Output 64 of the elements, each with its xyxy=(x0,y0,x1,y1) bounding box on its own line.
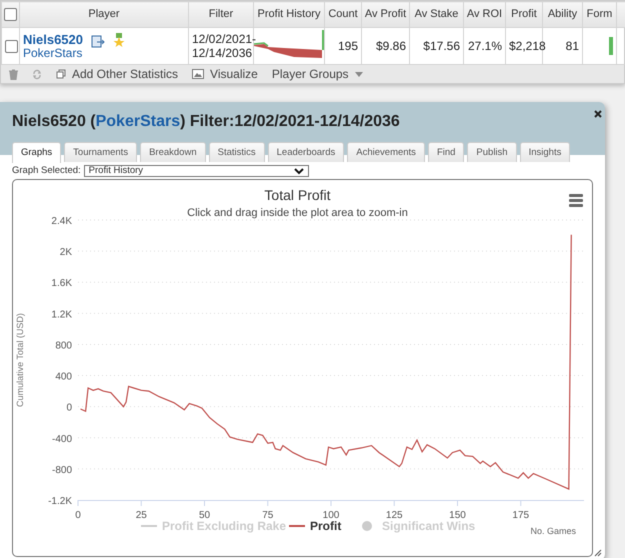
x-tick-label: 125 xyxy=(386,510,403,522)
toolbar-button[interactable]: Visualize xyxy=(192,65,258,83)
tab[interactable]: Insights xyxy=(520,142,570,162)
graph-select[interactable]: Profit History xyxy=(84,165,309,178)
site-link[interactable]: PokerStars xyxy=(96,113,180,130)
y-tick-label: -800 xyxy=(52,465,72,476)
x-tick-label: 50 xyxy=(198,510,210,522)
y-tick-label: 0 xyxy=(66,402,72,414)
field-label: Graph Selected: xyxy=(12,164,81,178)
dropdown-button[interactable]: Player Groups xyxy=(272,65,363,83)
tab[interactable]: Find xyxy=(428,142,464,162)
player-link[interactable]: Niels6520 xyxy=(23,32,83,46)
close-icon xyxy=(594,110,602,118)
x-tick-label: 0 xyxy=(75,510,81,522)
checkbox[interactable] xyxy=(5,40,18,53)
y-tick-label: 1.6K xyxy=(51,278,72,290)
x-tick-label: 175 xyxy=(512,510,530,522)
column-header[interactable]: Profit History xyxy=(254,2,324,28)
legend-label: Profit xyxy=(310,519,342,534)
y-tick-label: -400 xyxy=(52,434,72,446)
tab[interactable]: Achievements xyxy=(347,142,425,162)
legend-item[interactable]: Profit xyxy=(289,519,342,534)
checkbox[interactable] xyxy=(4,8,17,21)
x-tick-label: 25 xyxy=(136,510,147,522)
column-header[interactable]: Count xyxy=(324,2,362,28)
copy-icon xyxy=(56,69,66,79)
tab[interactable]: Tournaments xyxy=(64,142,138,162)
x-tick-label: 100 xyxy=(322,510,340,522)
notes-icon[interactable] xyxy=(91,34,105,48)
column-header[interactable]: Form xyxy=(582,2,616,28)
tab[interactable]: Leaderboards xyxy=(268,142,344,162)
tab[interactable]: Breakdown xyxy=(140,142,206,162)
chart-title: Total Profit xyxy=(264,187,331,204)
column-header[interactable]: Profit xyxy=(506,2,542,28)
column-header[interactable]: Filter xyxy=(188,2,254,28)
x-tick-label: 75 xyxy=(262,510,274,522)
tab[interactable]: Publish xyxy=(467,142,517,162)
column-header[interactable]: Av Profit xyxy=(362,2,410,28)
resize-grip-icon[interactable] xyxy=(594,549,602,557)
toolbar-button[interactable]: Add Other Statistics xyxy=(56,65,178,83)
image-icon xyxy=(192,69,204,79)
site-link[interactable]: PokerStars xyxy=(23,46,82,60)
column-header[interactable]: Player xyxy=(20,2,188,28)
award-icon xyxy=(113,32,125,46)
dialog-title: Niels6520 (PokerStars) Filter:12/02/2021-12/14/2036 xyxy=(12,112,401,132)
form-bar xyxy=(609,37,613,55)
y-tick-label: 400 xyxy=(55,372,72,383)
menu-icon[interactable] xyxy=(569,194,583,208)
tab[interactable]: Statistics xyxy=(208,142,265,162)
caret-icon xyxy=(354,72,363,76)
column-header[interactable]: Av ROI xyxy=(464,2,506,28)
y-tick-label: 800 xyxy=(55,340,72,352)
chart-subtitle: Click and drag inside the plot area to zoom-in xyxy=(187,207,408,220)
tab[interactable]: Graphs xyxy=(12,142,62,163)
x-axis-label: No. Games xyxy=(530,526,576,536)
y-tick-label: -1.2K xyxy=(48,496,72,508)
chevron-icon xyxy=(294,168,304,175)
y-tick-label: 2.4K xyxy=(51,216,72,228)
y-tick-label: 2K xyxy=(60,247,72,258)
column-header[interactable]: Av Stake xyxy=(410,2,464,28)
y-axis-label: Cumulative Total (USD) xyxy=(15,313,25,408)
y-tick-label: 1.2K xyxy=(51,310,72,321)
column-header[interactable]: Ability xyxy=(542,2,582,28)
x-tick-label: 150 xyxy=(449,510,466,522)
